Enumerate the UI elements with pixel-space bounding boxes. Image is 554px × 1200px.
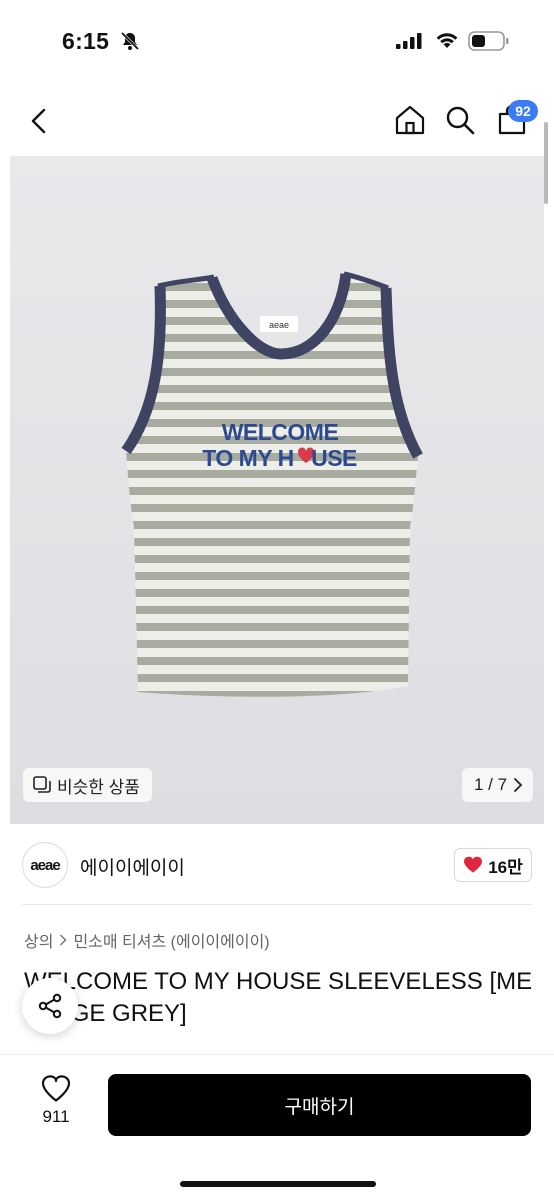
- image-counter-text: 1 / 7: [474, 775, 508, 794]
- heart-outline-icon: [41, 1075, 71, 1102]
- brand-row[interactable]: aeae 에이이에이이 16만: [0, 836, 554, 896]
- brand-like-count: 16만: [488, 857, 523, 877]
- cellular-signal-icon: [396, 33, 422, 49]
- page-scrollbar[interactable]: [544, 122, 548, 204]
- status-bar: 6:15: [0, 0, 554, 84]
- breadcrumb: 상의 민소매 티셔츠 (에이이에이이): [24, 928, 270, 952]
- image-counter-button[interactable]: 1 / 7: [462, 768, 534, 802]
- search-icon[interactable]: [444, 104, 476, 136]
- similar-products-label: 비슷한 상품: [57, 777, 140, 797]
- wishlist-button[interactable]: 911: [28, 1075, 84, 1127]
- garment-tag-text: aeae: [269, 320, 289, 330]
- shirt-print-line-1: WELCOME: [222, 419, 339, 445]
- share-button[interactable]: [22, 978, 78, 1034]
- back-arrow-icon[interactable]: [26, 108, 52, 134]
- status-time: 6:15: [62, 28, 110, 54]
- shirt-print-line-2b: USE: [311, 445, 357, 471]
- chevron-right-icon: [514, 778, 523, 792]
- product-title: WELCOME TO MY HOUSE SLEEVELESS [MELANGE …: [24, 968, 533, 1027]
- home-indicator[interactable]: [180, 1181, 376, 1187]
- home-icon[interactable]: [394, 104, 426, 136]
- product-photo-striped-tank: aeae WELCOME TO MY H USE: [121, 271, 423, 697]
- brand-like-button[interactable]: 16만: [454, 848, 532, 882]
- brand-logo[interactable]: aeae: [22, 842, 68, 888]
- battery-icon: [468, 31, 509, 51]
- similar-items-icon: [33, 776, 51, 793]
- product-image-gallery[interactable]: aeae WELCOME TO MY H USE 비슷한 상품 1 / 7: [10, 156, 544, 824]
- cart-count-badge: 92: [508, 100, 538, 122]
- breadcrumb-category[interactable]: 상의: [24, 928, 53, 952]
- bell-slash-icon: [120, 31, 140, 51]
- bottom-action-bar: 911 구매하기: [0, 1054, 554, 1200]
- brand-name[interactable]: 에이이에이이: [80, 853, 185, 880]
- wishlist-count: 911: [42, 1107, 70, 1126]
- heart-filled-icon: [464, 856, 483, 873]
- similar-products-button[interactable]: 비슷한 상품: [23, 768, 152, 802]
- chevron-right-icon: [60, 934, 68, 946]
- buy-button[interactable]: 구매하기: [108, 1074, 531, 1136]
- breadcrumb-subcategory[interactable]: 민소매 티셔츠 (에이이에이이): [73, 928, 269, 952]
- top-navigation: 92: [0, 90, 554, 152]
- share-icon: [38, 993, 62, 1019]
- section-divider: [22, 904, 532, 905]
- shirt-print-line-2a: TO MY H: [202, 445, 294, 471]
- wifi-icon: [436, 33, 458, 48]
